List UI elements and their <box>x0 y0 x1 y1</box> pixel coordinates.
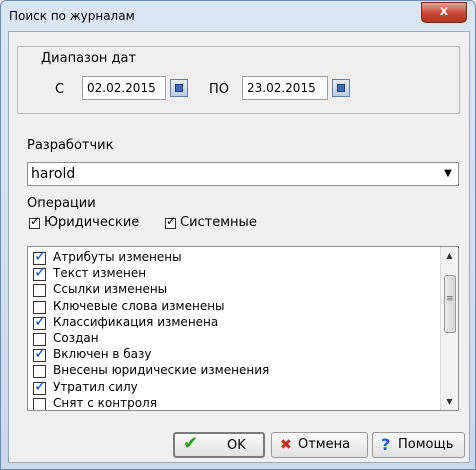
developer-select[interactable]: harold ▼ <box>27 162 459 186</box>
date-range-legend: Диапазон дат <box>38 51 140 66</box>
list-item-checkbox[interactable] <box>33 312 47 330</box>
list-item-checkbox[interactable] <box>33 377 47 395</box>
list-item-checkbox[interactable] <box>33 284 46 298</box>
scroll-up-icon[interactable]: ▲ <box>441 247 458 264</box>
list-item-label: Внесены юридические изменения <box>53 363 270 378</box>
list-item-label: Ключевые слова изменены <box>53 298 225 313</box>
legal-label: Юридические <box>44 215 140 230</box>
list-item-checkbox[interactable] <box>33 397 46 410</box>
list-item-label: Текст изменен <box>53 266 147 281</box>
x-icon: ✖ <box>280 437 292 453</box>
list-item-label: Снят с контроля <box>53 395 157 410</box>
question-icon: ? <box>381 435 391 454</box>
cancel-label: Отмена <box>298 437 351 452</box>
system-label: Системные <box>180 215 257 230</box>
from-calendar-button[interactable] <box>170 79 188 97</box>
search-logs-dialog: Поиск по журналам x Диапазон дат С 02.02… <box>0 0 476 470</box>
list-item-label: Создан <box>53 331 99 345</box>
legal-checkbox[interactable] <box>29 214 40 229</box>
scroll-thumb[interactable] <box>444 275 456 333</box>
list-item-label: Ссылки изменены <box>53 282 168 297</box>
help-button[interactable]: ? Помощь <box>372 432 465 458</box>
window-title: Поиск по журналам <box>9 9 135 23</box>
list-item-label: Утратил силу <box>53 379 138 394</box>
developer-value: harold <box>31 166 76 182</box>
developer-label: Разработчик <box>27 138 114 153</box>
chevron-down-icon[interactable]: ▼ <box>440 165 456 183</box>
from-label: С <box>55 82 65 97</box>
operations-label: Операции <box>27 196 96 211</box>
calendar-icon <box>175 84 183 92</box>
help-label: Помощь <box>398 437 454 452</box>
ok-button[interactable]: ✔ OK <box>173 432 265 458</box>
to-date-input[interactable]: 23.02.2015 <box>242 76 328 100</box>
list-item-label: Включен в базу <box>53 347 152 362</box>
system-checkbox[interactable] <box>165 214 176 229</box>
close-icon: x <box>439 4 449 19</box>
title-bar[interactable]: Поиск по журналам x <box>1 1 475 31</box>
dialog-body: Диапазон дат С 02.02.2015 ПО 23.02.2015 … <box>8 31 470 463</box>
list-item-checkbox[interactable] <box>33 263 47 282</box>
scroll-down-icon[interactable]: ▼ <box>441 393 458 410</box>
operations-list[interactable]: Атрибуты изменены Текст измененСсылки изм… <box>27 246 459 411</box>
list-item-checkbox[interactable] <box>33 344 47 363</box>
calendar-icon <box>337 84 345 92</box>
check-icon: ✔ <box>183 433 199 454</box>
cancel-button[interactable]: ✖ Отмена <box>271 432 368 458</box>
list-item-label: Атрибуты изменены <box>53 250 182 264</box>
list-item-label: Классификация изменена <box>53 314 219 329</box>
scrollbar[interactable]: ▲ ▼ <box>440 247 458 410</box>
to-calendar-button[interactable] <box>332 79 350 97</box>
ok-label: OK <box>227 438 246 453</box>
date-range-group: Диапазон дат С 02.02.2015 ПО 23.02.2015 <box>17 46 460 114</box>
close-button[interactable]: x <box>421 2 467 23</box>
to-label: ПО <box>209 82 230 97</box>
from-date-input[interactable]: 02.02.2015 <box>82 76 166 100</box>
